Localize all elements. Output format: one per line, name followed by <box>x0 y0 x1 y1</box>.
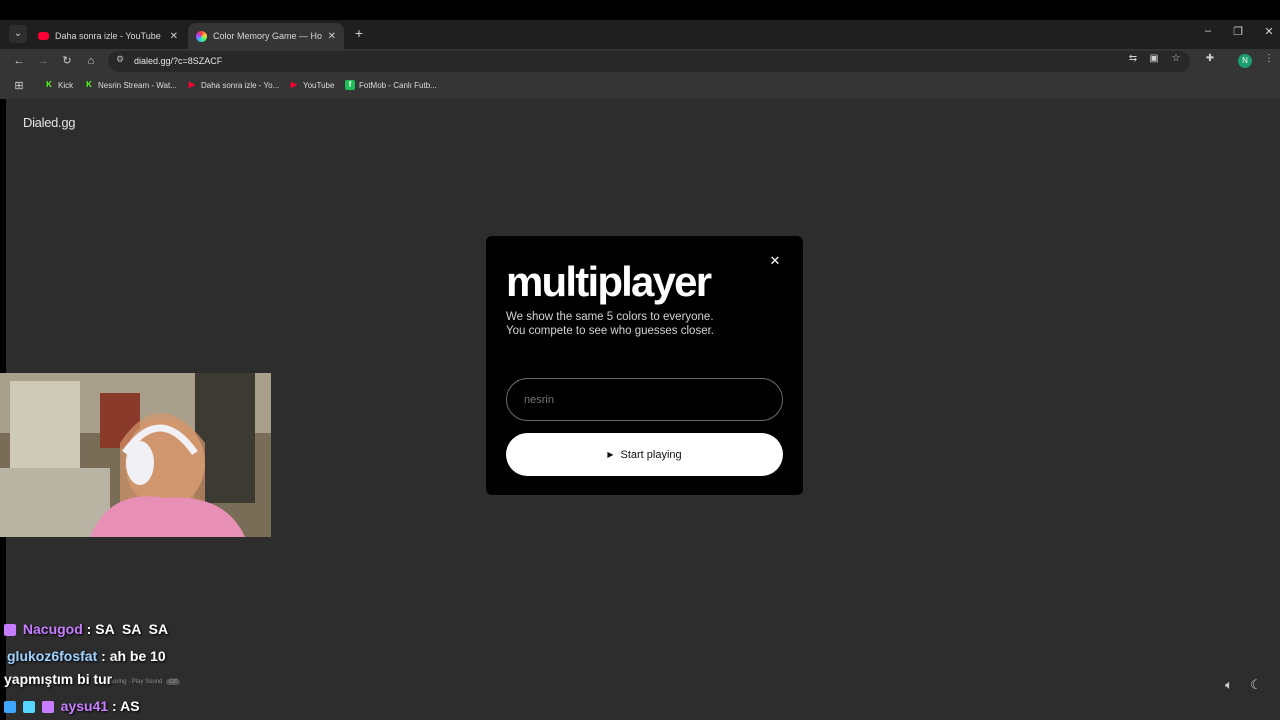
chat-text: ah be 10 <box>109 648 166 664</box>
tab-color-memory-game[interactable]: Color Memory Game — How W ✕ <box>188 23 344 49</box>
chat-separator: : <box>101 648 106 664</box>
bookmark-label: Nesrin Stream - Wat... <box>98 80 177 90</box>
chat-text: yapmıştım bi tur <box>4 671 113 687</box>
apps-grid-icon[interactable]: ⊞ <box>11 78 27 94</box>
chat-message: aysu41 : AS <box>4 698 140 714</box>
chat-username: glukoz6fosfat <box>7 648 98 664</box>
footer-play-sound-link[interactable]: Play Sound <box>132 679 163 685</box>
speaker-icon[interactable]: 🔈︎ <box>1220 677 1238 693</box>
bookmark-kick[interactable]: K Kick <box>44 80 73 90</box>
translate-icon[interactable]: ⇆ <box>1126 53 1140 64</box>
bookmark-label: Daha sonra izle - Yo... <box>201 80 280 90</box>
description-line: You compete to see who guesses closer. <box>506 325 714 337</box>
kick-icon: K <box>86 80 92 89</box>
chat-username: Nacugod <box>22 621 83 637</box>
tab-title: Color Memory Game — How W <box>213 31 322 41</box>
chat-separator: : <box>86 621 92 637</box>
close-tab-icon[interactable]: ✕ <box>170 31 178 42</box>
install-app-icon[interactable]: ▣ <box>1147 53 1161 64</box>
modal-description: We show the same 5 colors to everyone. Y… <box>506 310 776 338</box>
profile-avatar[interactable]: N <box>1238 54 1252 68</box>
chat-message: glukoz6fosfat : ah be 10 <box>7 648 166 664</box>
new-tab-plus-icon[interactable]: + <box>351 25 367 41</box>
kick-badge-icon <box>41 701 54 714</box>
kebab-menu-icon[interactable]: ⋮ <box>1262 53 1276 64</box>
youtube-icon: ▶ <box>188 80 196 89</box>
bookmark-label: FotMob - Canlı Futb... <box>359 80 437 90</box>
bookmark-youtube[interactable]: ▶ YouTube <box>289 80 335 90</box>
start-playing-button[interactable]: ▶ Start playing <box>506 433 783 476</box>
youtube-icon: ▶ <box>290 80 298 89</box>
back-icon[interactable]: ← <box>11 53 27 69</box>
webcam-image <box>0 373 271 537</box>
site-logo[interactable]: Dialed.gg <box>23 115 76 130</box>
chat-message: yapmıştım bi tur <box>4 671 112 687</box>
kick-badge-icon <box>4 624 16 637</box>
tab-strip: ⌄ Daha sonra izle - YouTube ✕ Color Memo… <box>0 20 1280 49</box>
webcam-overlay <box>0 373 271 537</box>
restore-icon[interactable]: ❐ <box>1228 25 1248 38</box>
puzzle-icon[interactable]: ✚ <box>1203 53 1217 64</box>
chat-text: AS <box>120 698 140 714</box>
bookmark-label: YouTube <box>303 80 335 90</box>
close-window-icon[interactable]: ✕ <box>1259 25 1279 38</box>
start-playing-label: Start playing <box>620 448 682 461</box>
player-name-input[interactable] <box>506 378 783 421</box>
tab-title: Daha sonra izle - YouTube <box>55 31 161 41</box>
bookmark-daha-sonra-izle[interactable]: ▶ Daha sonra izle - Yo... <box>187 80 279 90</box>
reload-icon[interactable]: ↻ <box>59 53 75 69</box>
address-url[interactable]: dialed.gg/?c=8SZACF <box>134 56 222 66</box>
bookmarks-bar: ⊞ K Kick K Nesrin Stream - Wat... ▶ Daha… <box>0 74 1280 99</box>
verified-badge-icon <box>4 701 16 714</box>
browser-toolbar: ← → ↻ ⌂ ⚙ dialed.gg/?c=8SZACF ⇆ ▣ ☆ ✚ N … <box>0 49 1280 74</box>
close-tab-icon[interactable]: ✕ <box>328 31 336 42</box>
description-line: We show the same 5 colors to everyone. <box>506 311 714 323</box>
chat-text: SA SA SA <box>95 621 169 637</box>
bookmark-nesrin-stream[interactable]: K Nesrin Stream - Wat... <box>84 80 177 90</box>
color-wheel-favicon-icon <box>196 30 207 42</box>
minimize-icon[interactable]: – <box>1198 25 1218 37</box>
close-icon[interactable]: ✕ <box>768 254 782 268</box>
chat-message: Nacugod : SA SA SA <box>4 621 168 637</box>
sound-toggle-badge[interactable]: Off <box>166 679 180 685</box>
multiplayer-modal: ✕ multiplayer We show the same 5 colors … <box>486 236 803 495</box>
moon-icon[interactable]: ☾ <box>1247 677 1265 693</box>
page-footer: Scoring · Play Sound Off <box>106 679 180 685</box>
tab-youtube[interactable]: Daha sonra izle - YouTube ✕ <box>30 23 186 49</box>
fotmob-icon: f <box>345 80 355 90</box>
bookmark-label: Kick <box>58 80 74 90</box>
site-info-icon[interactable]: ⚙ <box>116 54 124 65</box>
modal-title: multiplayer <box>506 258 712 305</box>
kick-icon: K <box>46 80 52 89</box>
address-bar[interactable]: ⚙ dialed.gg/?c=8SZACF <box>108 51 1190 72</box>
home-icon[interactable]: ⌂ <box>83 53 99 69</box>
chat-username: aysu41 <box>60 698 109 714</box>
tab-search-chevron-icon[interactable]: ⌄ <box>9 25 27 43</box>
gem-badge-icon <box>22 701 35 714</box>
bookmark-fotmob[interactable]: f FotMob - Canlı Futb... <box>345 80 437 90</box>
chat-separator: : <box>112 698 117 714</box>
play-icon: ▶ <box>607 450 614 459</box>
star-icon[interactable]: ☆ <box>1169 53 1183 64</box>
youtube-favicon-icon <box>38 32 49 40</box>
forward-icon[interactable]: → <box>35 53 51 69</box>
screen-top-bar <box>0 0 1280 20</box>
